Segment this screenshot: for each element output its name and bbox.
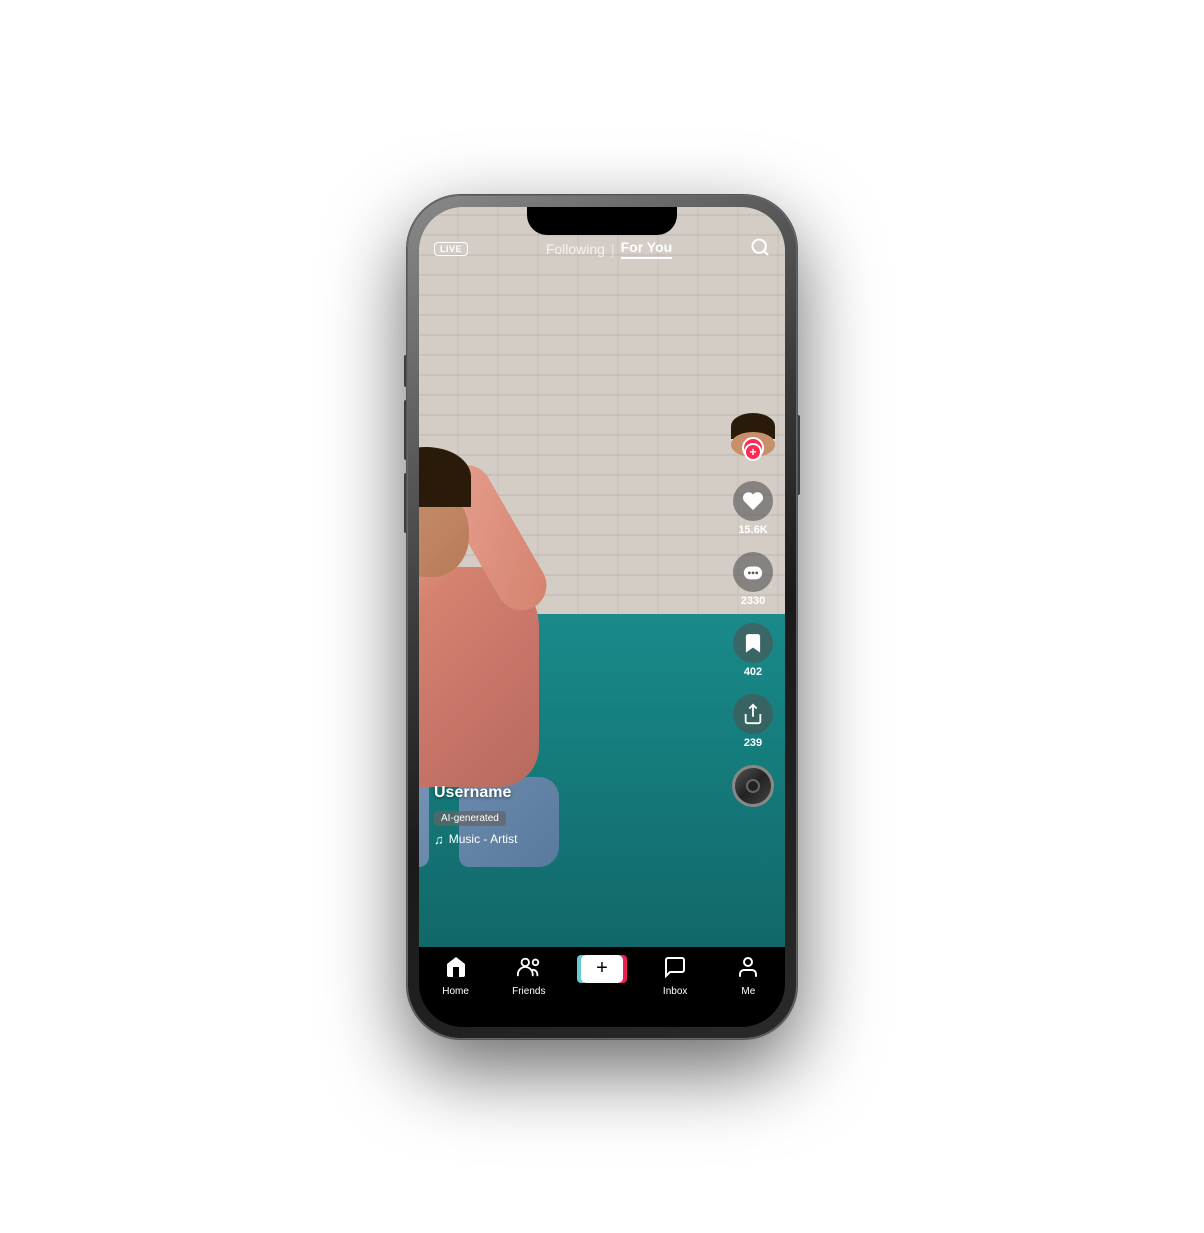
top-navigation: LIVE Following | For You [419, 237, 785, 262]
phone-device: LIVE Following | For You [407, 195, 797, 1039]
bookmark-action[interactable]: 402 [733, 623, 773, 678]
nav-item-home[interactable]: Home [426, 955, 486, 997]
live-badge[interactable]: LIVE [434, 242, 468, 256]
share-count: 239 [744, 737, 762, 749]
share-action[interactable]: 239 [733, 694, 773, 749]
nav-tabs: Following | For You [546, 239, 672, 259]
creator-avatar[interactable]: + [731, 413, 775, 457]
friends-icon [516, 955, 542, 983]
home-label: Home [442, 986, 469, 997]
comment-action[interactable]: 2330 [733, 552, 773, 607]
nav-item-inbox[interactable]: Inbox [645, 955, 705, 997]
like-count: 15.6K [738, 524, 767, 536]
create-button[interactable]: + [581, 955, 623, 983]
nav-item-create[interactable]: + [572, 955, 632, 983]
music-disc [732, 765, 774, 807]
notch [527, 207, 677, 235]
video-content-info: Username AI-generated ♫ Music - Artist [434, 784, 715, 847]
profile-icon [736, 955, 760, 983]
bottom-navigation: Home Friends + [419, 947, 785, 1027]
ai-generated-badge: AI-generated [434, 811, 506, 826]
like-action[interactable]: 15.6K [733, 481, 773, 536]
power-button[interactable] [797, 415, 800, 495]
bookmark-count: 402 [744, 666, 762, 678]
music-info[interactable]: ♫ Music - Artist [434, 832, 715, 847]
follow-plus-button[interactable]: + [744, 443, 762, 461]
following-tab[interactable]: Following [546, 241, 605, 257]
music-note-icon: ♫ [434, 832, 444, 847]
bookmark-icon [733, 623, 773, 663]
friends-label: Friends [512, 986, 545, 997]
me-label: Me [741, 986, 755, 997]
comment-icon [733, 552, 773, 592]
comment-count: 2330 [741, 595, 765, 607]
music-text: Music - Artist [449, 832, 518, 846]
like-icon [733, 481, 773, 521]
search-icon[interactable] [750, 237, 770, 262]
inbox-label: Inbox [663, 986, 687, 997]
hair [419, 447, 471, 507]
nav-item-profile[interactable]: Me [718, 955, 778, 997]
plus-icon: + [581, 955, 623, 983]
tab-divider: | [611, 241, 615, 257]
nav-item-friends[interactable]: Friends [499, 955, 559, 997]
video-background[interactable]: LIVE Following | For You [419, 207, 785, 947]
for-you-tab[interactable]: For You [621, 239, 673, 259]
inbox-icon [663, 955, 687, 983]
right-action-bar: + 15.6K [731, 413, 775, 807]
creator-username[interactable]: Username [434, 784, 715, 802]
home-icon [444, 955, 468, 983]
phone-screen: LIVE Following | For You [419, 207, 785, 1027]
share-icon [733, 694, 773, 734]
